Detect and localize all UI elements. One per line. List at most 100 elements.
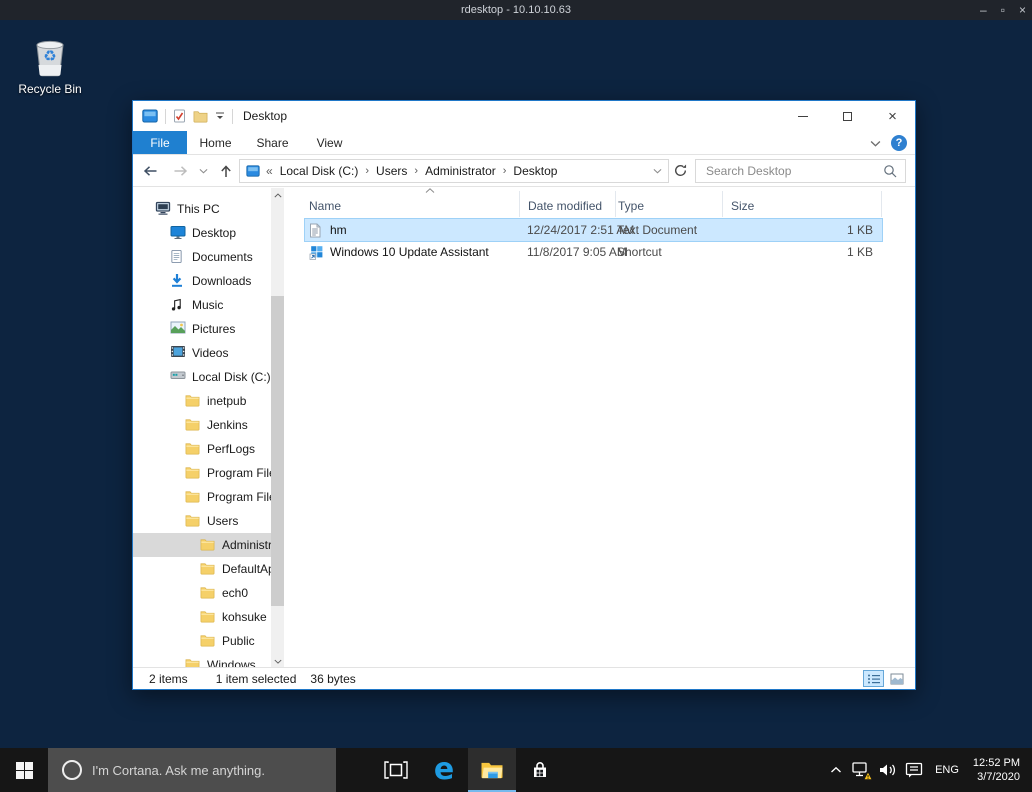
sidebar-item-program-files[interactable]: Program Files [133, 461, 271, 485]
file-explorer-button[interactable] [468, 748, 516, 792]
tab-share[interactable]: Share [244, 131, 301, 154]
file-size: 1 KB [722, 223, 882, 237]
sidebar-item-administrato[interactable]: Administrato [133, 533, 271, 557]
cortana-search-input[interactable] [92, 763, 336, 778]
tab-home[interactable]: Home [187, 131, 244, 154]
sidebar-item-label: Local Disk (C:) [192, 370, 271, 384]
refresh-button[interactable] [673, 163, 688, 178]
scroll-down-icon[interactable] [271, 654, 284, 668]
desktop-wallpaper: ♻ Recycle Bin [0, 20, 1032, 748]
explorer-window: Desktop × FileHomeShareView ? [132, 100, 916, 690]
nav-scrollbar[interactable] [271, 188, 284, 668]
remote-minimize-button[interactable]: – [980, 0, 987, 20]
tray-expand-chevron-icon[interactable] [823, 748, 849, 792]
search-icon[interactable] [883, 164, 905, 178]
ribbon-expand-chevron-icon[interactable] [870, 140, 881, 147]
folder-icon [185, 489, 201, 505]
sidebar-item-jenkins[interactable]: Jenkins [133, 413, 271, 437]
file-name-cell: hm [305, 223, 519, 238]
large-icons-view-button[interactable] [886, 670, 907, 687]
column-header-size[interactable]: Size [722, 191, 882, 217]
volume-icon[interactable] [875, 748, 901, 792]
sidebar-item-perflogs[interactable]: PerfLogs [133, 437, 271, 461]
navigation-pane: This PC DesktopDocumentsDownloadsMusic Pic… [133, 188, 284, 668]
window-close-button[interactable]: × [870, 101, 915, 131]
file-row-windows-10-update-assistant[interactable]: Windows 10 Update Assistant11/8/2017 9:0… [305, 241, 882, 263]
tab-file[interactable]: File [133, 131, 187, 154]
remote-close-button[interactable]: × [1019, 0, 1026, 20]
videos-icon [170, 345, 186, 361]
file-explorer-icon [479, 759, 505, 780]
sidebar-item-pictures[interactable]: Pictures [133, 317, 271, 341]
sidebar-item-label: This PC [177, 202, 220, 216]
start-button[interactable] [0, 748, 48, 792]
downloads-icon [170, 273, 186, 289]
sidebar-item-documents[interactable]: Documents [133, 245, 271, 269]
file-list-pane: Name Date modified Type Size hm12/24/201… [285, 188, 915, 668]
qat-properties-button[interactable] [173, 109, 186, 123]
task-view-button[interactable] [372, 748, 420, 792]
taskbar-clock[interactable]: 12:52 PM 3/7/2020 [967, 756, 1032, 784]
explorer-search [695, 159, 906, 183]
network-warning-icon[interactable] [849, 748, 875, 792]
minimize-icon [798, 116, 808, 117]
sidebar-item-ech0[interactable]: ech0 [133, 581, 271, 605]
sidebar-item-local-disk-c[interactable]: Local Disk (C:) [133, 365, 271, 389]
sidebar-item-downloads[interactable]: Downloads [133, 269, 271, 293]
window-title: Desktop [243, 109, 287, 123]
recent-locations-chevron-icon[interactable] [193, 168, 213, 174]
sidebar-item-this-pc[interactable]: This PC [133, 197, 271, 221]
breadcrumb-overflow-chevron[interactable]: « [260, 164, 277, 178]
windows-logo-icon [16, 762, 33, 779]
edge-button[interactable]: e [420, 748, 468, 792]
qat-new-folder-button[interactable] [193, 109, 208, 123]
sidebar-item-videos[interactable]: Videos [133, 341, 271, 365]
column-header-type[interactable]: Type [615, 191, 722, 217]
address-bar: « Local Disk (C:)›Users›Administrator›De… [133, 155, 915, 187]
language-indicator[interactable]: ENG [927, 764, 967, 776]
scroll-up-icon[interactable] [271, 188, 284, 202]
column-header-date-modified[interactable]: Date modified [519, 191, 615, 217]
tab-view[interactable]: View [301, 131, 358, 154]
sidebar-item-music[interactable]: Music [133, 293, 271, 317]
store-button[interactable] [516, 748, 564, 792]
breadcrumb-segment-administrator[interactable]: Administrator [422, 164, 499, 178]
sidebar-item-kohsuke[interactable]: kohsuke [133, 605, 271, 629]
breadcrumb-segment-users[interactable]: Users [373, 164, 410, 178]
recycle-bin-icon: ♻ [27, 32, 73, 78]
sidebar-item-inetpub[interactable]: inetpub [133, 389, 271, 413]
search-input[interactable] [696, 164, 883, 178]
remote-maximize-button[interactable]: ▫ [1001, 0, 1005, 20]
details-view-button[interactable] [863, 670, 884, 687]
column-header-name[interactable]: Name [285, 191, 519, 217]
sidebar-item-users[interactable]: Users [133, 509, 271, 533]
qat-customize-button[interactable] [215, 112, 225, 120]
sidebar-item-public[interactable]: Public [133, 629, 271, 653]
file-date-modified: 12/24/2017 2:51 AM [519, 223, 615, 237]
sidebar-item-windows[interactable]: Windows [133, 653, 271, 668]
breadcrumb-segment-local-disk-c[interactable]: Local Disk (C:) [277, 164, 362, 178]
sidebar-item-defaultapppo[interactable]: DefaultAppPo [133, 557, 271, 581]
address-dropdown-chevron-icon[interactable] [653, 168, 662, 174]
recycle-bin[interactable]: ♻ Recycle Bin [8, 32, 92, 96]
documents-icon [170, 249, 186, 265]
forward-button[interactable] [167, 165, 193, 177]
window-minimize-button[interactable] [780, 101, 825, 131]
cortana-search-box[interactable] [48, 748, 336, 792]
sidebar-item-program-files[interactable]: Program Files ( [133, 485, 271, 509]
sidebar-item-desktop[interactable]: Desktop [133, 221, 271, 245]
sidebar-item-label: kohsuke [222, 610, 267, 624]
music-icon [170, 297, 186, 313]
window-maximize-button[interactable] [825, 101, 870, 131]
scrollbar-thumb[interactable] [271, 296, 284, 606]
back-button[interactable] [133, 165, 167, 177]
help-icon[interactable]: ? [891, 135, 907, 151]
action-center-icon[interactable] [901, 748, 927, 792]
svg-text:♻: ♻ [43, 48, 56, 65]
sidebar-item-label: Pictures [192, 322, 235, 336]
address-field[interactable]: « Local Disk (C:)›Users›Administrator›De… [239, 159, 669, 183]
file-row-hm[interactable]: hm12/24/2017 2:51 AMText Document1 KB [305, 219, 882, 241]
clock-time: 12:52 PM [973, 756, 1020, 770]
up-button[interactable] [213, 164, 239, 178]
breadcrumb-segment-desktop[interactable]: Desktop [510, 164, 560, 178]
